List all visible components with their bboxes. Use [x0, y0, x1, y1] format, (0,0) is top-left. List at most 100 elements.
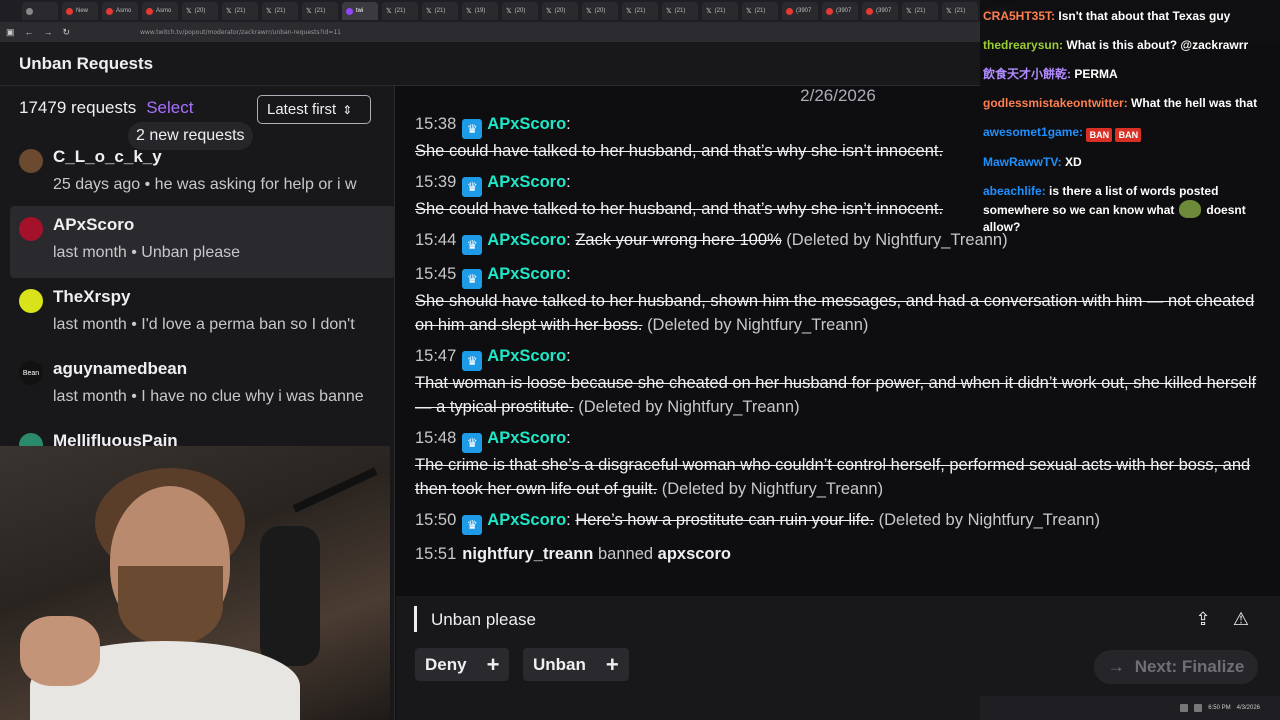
- chat-username: CRA5HT35T:: [983, 9, 1056, 23]
- tab-label: (20): [514, 8, 526, 14]
- deletion-note: (Deleted by Nightfury_Treann): [578, 398, 800, 416]
- back-icon[interactable]: ←: [25, 27, 34, 37]
- x-icon: 𝕏: [906, 8, 912, 15]
- chat-line: abeachlife: is there a list of words pos…: [983, 183, 1276, 200]
- browser-tab[interactable]: twi: [342, 2, 378, 20]
- message-username[interactable]: APxScoro: [487, 231, 566, 249]
- deleted-message-text: She could have talked to her husband, an…: [415, 200, 944, 218]
- chrome-icon: [26, 7, 33, 15]
- browser-tab[interactable]: 𝕏 (20): [542, 2, 578, 20]
- browser-tab[interactable]: 𝕏 (21): [662, 2, 698, 20]
- report-icon[interactable]: ⚠: [1230, 608, 1252, 630]
- message-username[interactable]: APxScoro: [487, 511, 566, 529]
- vip-badge-icon: ♛: [462, 119, 483, 139]
- request-item-selected[interactable]: APxScoro last month • Unban please: [10, 206, 394, 278]
- browser-tab[interactable]: 𝕏 (20): [582, 2, 618, 20]
- chat-line: godlessmistakeontwitter: What the hell w…: [983, 95, 1276, 112]
- chat-line: awesomet1game: BAN BAN: [983, 124, 1276, 142]
- deleted-message-text: Here’s how a prostitute can ruin your li…: [575, 511, 875, 529]
- x-icon: 𝕏: [586, 8, 592, 15]
- youtube-icon: [826, 7, 833, 15]
- tab-label: (21): [234, 8, 246, 14]
- browser-tab[interactable]: 𝕏 (21): [742, 2, 778, 20]
- deletion-note: (Deleted by Nightfury_Treann): [661, 480, 884, 498]
- arrow-right-icon: →: [1107, 657, 1125, 676]
- deny-button[interactable]: Deny +: [415, 648, 510, 681]
- tab-label: (21): [954, 8, 966, 14]
- browser-tab[interactable]: 𝕏 (20): [502, 2, 538, 20]
- x-icon: 𝕏: [546, 8, 552, 15]
- tab-label: (21): [634, 8, 646, 14]
- browser-tab[interactable]: 𝕏 (21): [222, 2, 258, 20]
- message-username[interactable]: APxScoro: [487, 115, 566, 133]
- browser-tab[interactable]: (3907: [862, 2, 898, 20]
- browser-tab[interactable]: 𝕏 (19): [462, 2, 498, 20]
- message-time: 15:51: [415, 545, 457, 563]
- request-username: C_L_o_c_k_y: [53, 147, 162, 166]
- message-username[interactable]: APxScoro: [487, 173, 566, 191]
- new-requests-pill[interactable]: 2 new requests: [128, 122, 253, 150]
- select-button[interactable]: Select: [146, 98, 193, 118]
- chat-username: abeachlife:: [983, 184, 1046, 198]
- browser-tab[interactable]: 𝕏 (21): [622, 2, 658, 20]
- avatar: Bean: [19, 361, 43, 385]
- youtube-icon: [106, 7, 113, 15]
- message-time: 15:39: [415, 173, 457, 191]
- tab-label: New: [76, 8, 89, 14]
- request-summary: last month • Unban please: [53, 244, 241, 261]
- message-username[interactable]: APxScoro: [487, 429, 566, 447]
- ban-emote-icon: BAN: [1115, 128, 1142, 142]
- request-item[interactable]: Bean aguynamedbean last month • I have n…: [10, 350, 394, 422]
- x-icon: 𝕏: [386, 8, 392, 15]
- browser-tab[interactable]: 𝕏 (21): [942, 2, 978, 20]
- request-username: TheXrspy: [53, 287, 131, 306]
- network-icon[interactable]: [1180, 704, 1189, 712]
- youtube-icon: [866, 7, 873, 15]
- browser-tab[interactable]: 𝕏 (20): [182, 2, 218, 20]
- browser-tab[interactable]: 𝕏 (21): [262, 2, 298, 20]
- message-username[interactable]: APxScoro: [487, 265, 566, 283]
- share-icon[interactable]: ⇪: [1192, 608, 1214, 630]
- browser-tab[interactable]: 𝕏 (21): [382, 2, 418, 20]
- tab-label: (21): [314, 8, 326, 14]
- next-finalize-button[interactable]: → Next: Finalize: [1094, 650, 1258, 684]
- mic-arm: [292, 467, 378, 513]
- chat-text: Isn't that about that Texas guy: [1058, 9, 1231, 23]
- volume-icon[interactable]: [1194, 704, 1203, 712]
- vip-badge-icon: ♛: [462, 433, 483, 453]
- clock-time: 6:50 PM: [1208, 705, 1231, 711]
- x-icon: 𝕏: [226, 8, 232, 15]
- message-time: 15:38: [415, 115, 457, 133]
- list-header: 17479 requests Select: [19, 98, 193, 118]
- deletion-note: (Deleted by Nightfury_Treann): [878, 511, 1100, 529]
- browser-tab[interactable]: Asmo: [142, 2, 178, 20]
- sort-dropdown[interactable]: Latest first ⇕: [257, 95, 371, 124]
- chat-line: thedrearysun: What is this about? @zackr…: [983, 37, 1276, 54]
- browser-tab[interactable]: Asmo: [102, 2, 138, 20]
- browser-tab[interactable]: 𝕏 (21): [902, 2, 938, 20]
- browser-tab[interactable]: (3907: [782, 2, 818, 20]
- browser-tab[interactable]: New: [62, 2, 98, 20]
- ban-action: banned: [597, 545, 654, 563]
- tab-label: (20): [594, 8, 606, 14]
- unban-button[interactable]: Unban +: [523, 648, 629, 681]
- sidebar-toggle-icon[interactable]: ▣: [6, 27, 15, 38]
- reload-icon[interactable]: ↻: [63, 27, 71, 38]
- browser-tab[interactable]: 𝕏 (21): [302, 2, 338, 20]
- system-tray: 6:50 PM 4/3/2026: [980, 696, 1280, 720]
- browser-tab[interactable]: [22, 2, 58, 20]
- vip-badge-icon: ♛: [462, 235, 483, 255]
- tab-label: (21): [394, 8, 406, 14]
- url-text[interactable]: www.twitch.tv/popout/moderator/zackrawrr…: [140, 29, 341, 36]
- tab-label: (20): [554, 8, 566, 14]
- message-username[interactable]: APxScoro: [487, 347, 566, 365]
- forward-icon[interactable]: →: [44, 27, 53, 37]
- deletion-note: (Deleted by Nightfury_Treann): [647, 316, 869, 334]
- browser-tab[interactable]: (3907: [822, 2, 858, 20]
- request-summary: last month • I'd love a perma ban so I d…: [53, 316, 355, 333]
- browser-tab[interactable]: 𝕏 (21): [422, 2, 458, 20]
- request-item[interactable]: TheXrspy last month • I'd love a perma b…: [10, 278, 394, 350]
- x-icon: 𝕏: [266, 8, 272, 15]
- moderator-name: nightfury_treann: [462, 545, 594, 563]
- browser-tab[interactable]: 𝕏 (21): [702, 2, 738, 20]
